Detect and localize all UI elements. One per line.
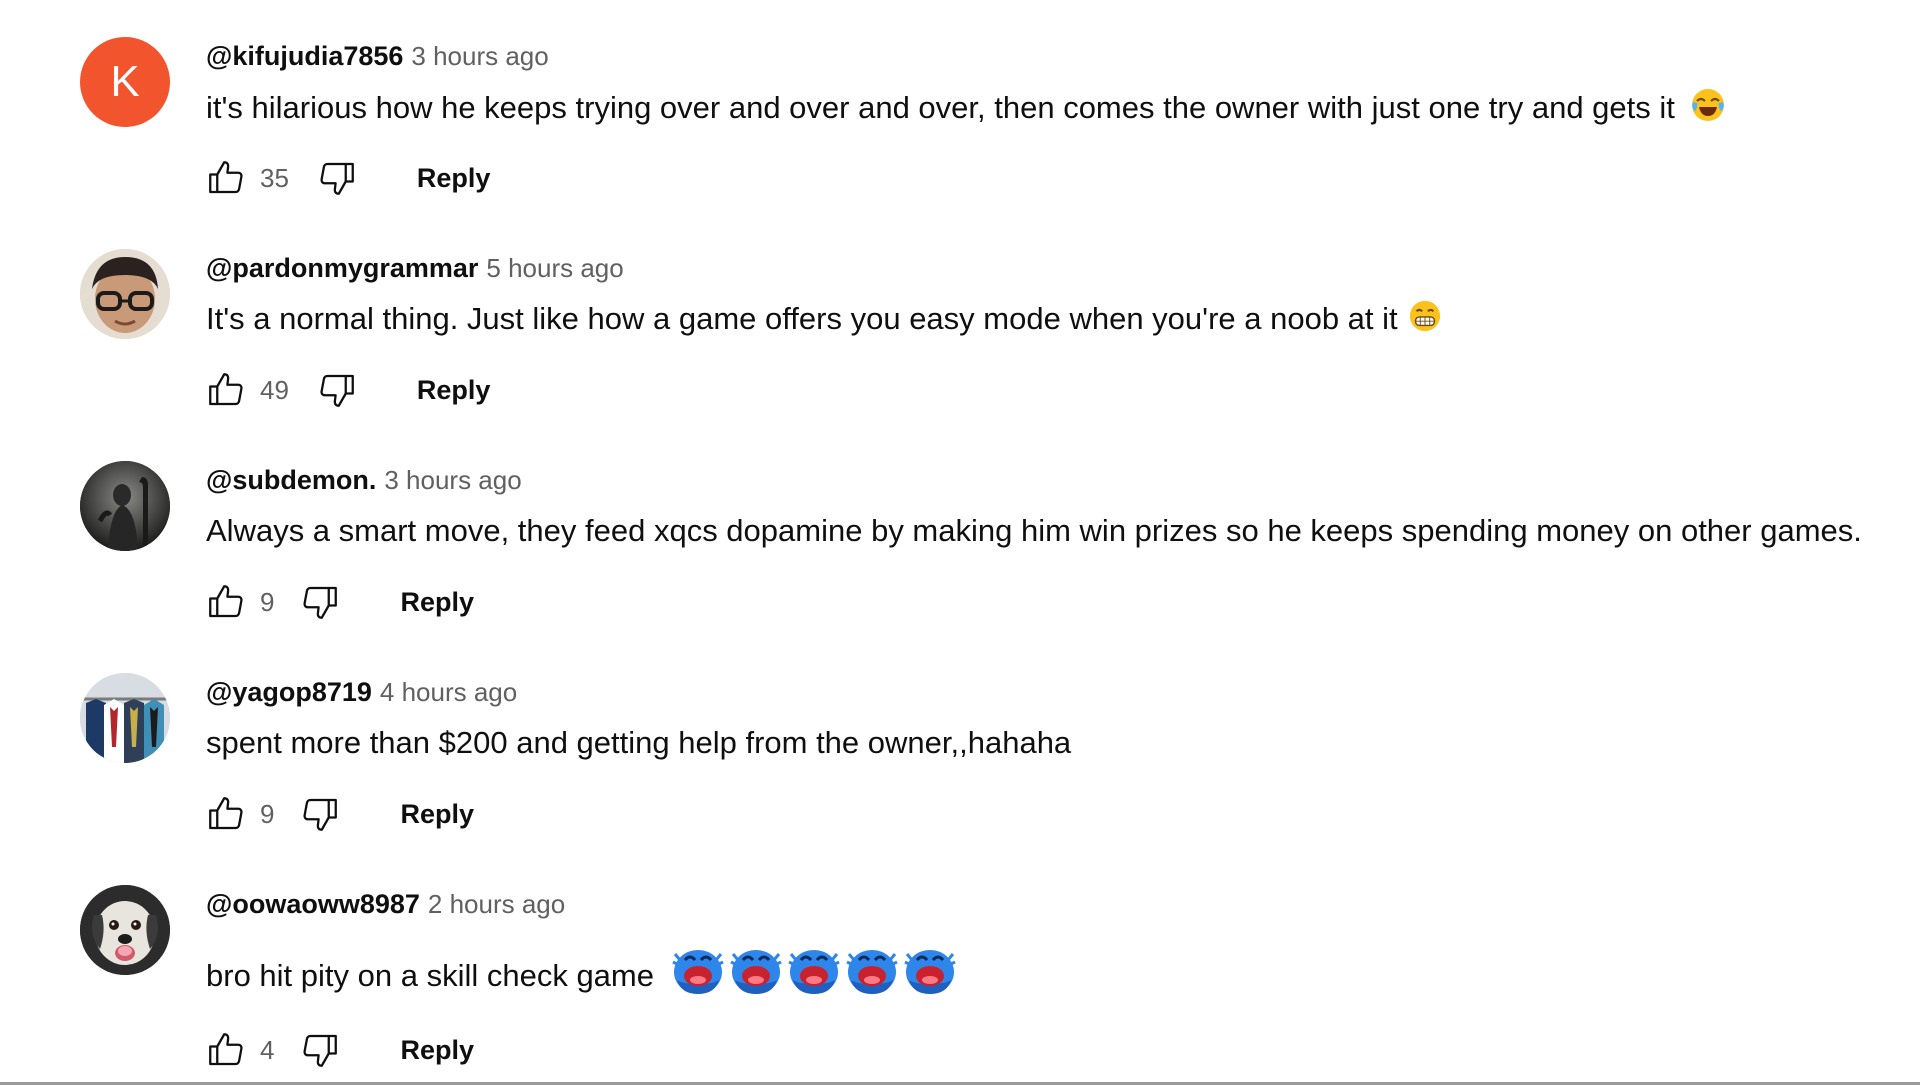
dog-avatar-image — [80, 885, 170, 975]
avatar[interactable] — [80, 885, 170, 975]
thumbs-up-icon — [209, 161, 243, 194]
comment-actions: 4 Reply — [204, 1028, 474, 1072]
reply-button[interactable]: Reply — [400, 1035, 474, 1066]
face-with-tears-of-joy-icon — [1690, 87, 1726, 133]
thumbs-up-icon — [209, 373, 243, 406]
reply-button[interactable]: Reply — [400, 587, 474, 618]
thumbs-up-icon — [209, 797, 243, 830]
comment-actions: 9 Reply — [204, 792, 474, 836]
grimacing-face-icon — [1408, 299, 1442, 343]
clothes-rack-avatar-image — [80, 673, 170, 763]
like-count: 9 — [260, 798, 275, 829]
comment-time[interactable]: 3 hours ago — [384, 465, 521, 495]
dislike-button[interactable] — [298, 792, 342, 836]
comment-thread: @subdemon. 3 hours ago Always a smart mov… — [0, 424, 1920, 636]
comment-time[interactable]: 3 hours ago — [411, 41, 548, 71]
comment-actions: 9 Reply — [204, 580, 474, 624]
comment-text: spent more than $200 and getting help fr… — [206, 723, 1071, 763]
comment-text: bro hit pity on a skill check game — [206, 940, 959, 1016]
comment-author[interactable]: @kifujudia7856 — [206, 41, 403, 71]
blue-laughing-blob-icon — [785, 940, 843, 1016]
comment-author[interactable]: @subdemon. — [206, 465, 376, 495]
blue-laughing-blob-icon — [843, 940, 901, 1016]
person-with-glasses-avatar-image — [80, 249, 170, 339]
comment-text-content: It's a normal thing. Just like how a gam… — [206, 301, 1398, 337]
dislike-button[interactable] — [315, 368, 359, 412]
comment-time[interactable]: 4 hours ago — [380, 677, 517, 707]
dislike-button[interactable] — [298, 580, 342, 624]
comments-section: K @kifujudia7856 3 hours ago it's hilario… — [0, 0, 1920, 1085]
comment-thread: K @kifujudia7856 3 hours ago it's hilario… — [0, 0, 1920, 212]
like-count: 35 — [260, 162, 289, 193]
comment-time[interactable]: 5 hours ago — [486, 253, 623, 283]
thumbs-down-icon — [320, 374, 354, 407]
comment-thread: @oowaoww8987 2 hours ago bro hit pity on … — [0, 848, 1920, 1082]
comment-header: @yagop8719 4 hours ago — [206, 676, 517, 713]
avatar[interactable] — [80, 249, 170, 339]
dislike-button[interactable] — [315, 156, 359, 200]
comment-actions: 49 Reply — [204, 368, 490, 412]
thumbs-down-icon — [320, 162, 354, 195]
like-button[interactable] — [204, 156, 248, 200]
avatar[interactable] — [80, 673, 170, 763]
thumbs-down-icon — [303, 798, 338, 831]
comment-text-content: it's hilarious how he keeps trying over … — [206, 90, 1675, 126]
avatar[interactable]: K — [80, 37, 170, 127]
like-count: 49 — [260, 374, 289, 405]
blue-laughing-blob-icon — [669, 940, 727, 1016]
comment-thread: @yagop8719 4 hours ago spent more than $2… — [0, 636, 1920, 848]
like-button[interactable] — [204, 792, 248, 836]
thumbs-down-icon — [303, 1034, 338, 1067]
blue-laughing-blob-icon — [901, 940, 959, 1016]
reply-button[interactable]: Reply — [400, 799, 474, 830]
comment-text-content: bro hit pity on a skill check game — [206, 958, 654, 994]
comment-time[interactable]: 2 hours ago — [428, 889, 565, 919]
comment-text-content: spent more than $200 and getting help fr… — [206, 725, 1072, 760]
comment-header: @pardonmygrammar 5 hours ago — [206, 252, 624, 289]
comment-text-content: Always a smart move, they feed xqcs dopa… — [206, 513, 1862, 548]
like-button[interactable] — [204, 368, 248, 412]
comment-actions: 35 Reply — [204, 156, 490, 200]
avatar[interactable] — [80, 461, 170, 551]
comment-header: @kifujudia7856 3 hours ago — [206, 40, 549, 77]
like-button[interactable] — [204, 580, 248, 624]
comment-header: @subdemon. 3 hours ago — [206, 464, 522, 501]
comment-author[interactable]: @yagop8719 — [206, 677, 372, 707]
like-count: 9 — [260, 586, 275, 617]
avatar-letter: K — [110, 57, 140, 106]
thumbs-up-icon — [209, 585, 243, 618]
comment-thread: @pardonmygrammar 5 hours ago It's a norma… — [0, 212, 1920, 424]
reply-button[interactable]: Reply — [417, 375, 491, 406]
blue-laughing-blob-icon — [727, 940, 785, 1016]
like-button[interactable] — [204, 1028, 248, 1072]
thumbs-down-icon — [303, 586, 338, 619]
dislike-button[interactable] — [298, 1028, 342, 1072]
comment-author[interactable]: @pardonmygrammar — [206, 253, 478, 283]
comment-author[interactable]: @oowaoww8987 — [206, 889, 420, 919]
comment-text: Always a smart move, they feed xqcs dopa… — [206, 511, 1862, 551]
comment-text: It's a normal thing. Just like how a gam… — [206, 299, 1442, 343]
dark-figure-avatar-image — [80, 461, 170, 551]
thumbs-up-icon — [209, 1033, 243, 1066]
like-count: 4 — [260, 1034, 275, 1065]
comment-text: it's hilarious how he keeps trying over … — [206, 87, 1726, 133]
reply-button[interactable]: Reply — [417, 163, 491, 194]
comment-header: @oowaoww8987 2 hours ago — [206, 888, 565, 925]
